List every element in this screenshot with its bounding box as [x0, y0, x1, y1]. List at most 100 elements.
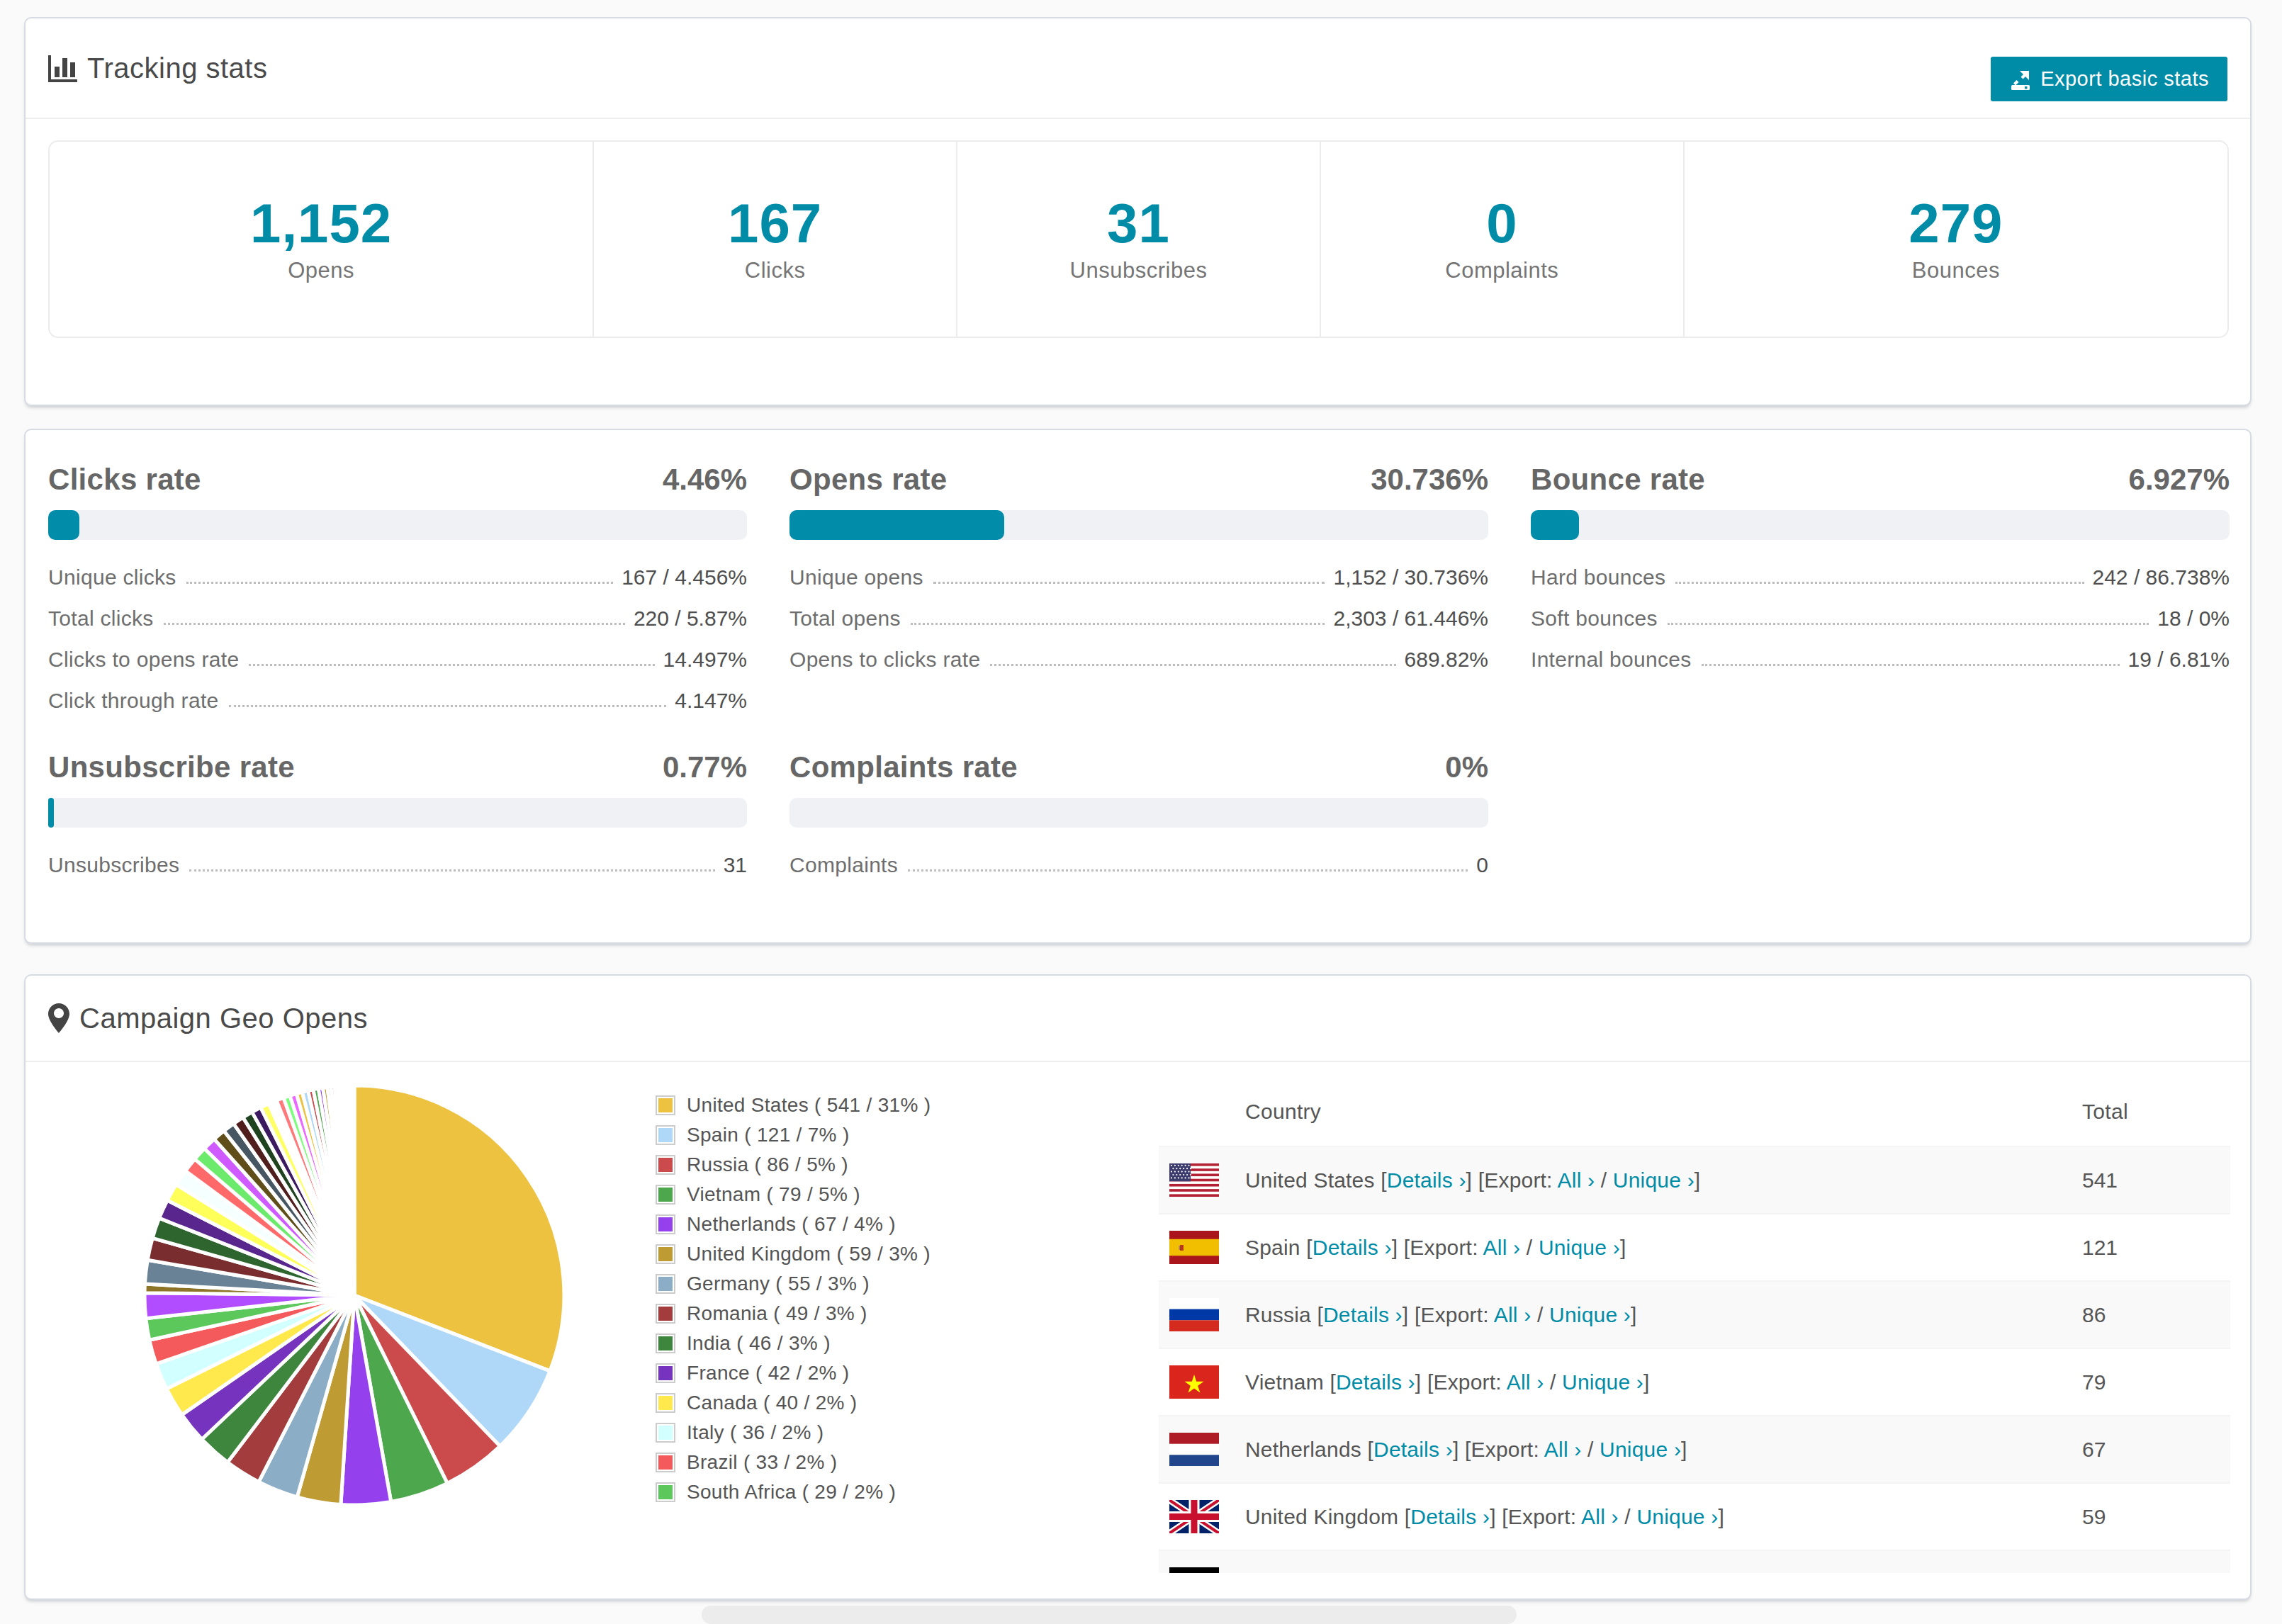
export-label: Export:: [1443, 1572, 1511, 1574]
flag-icon-ru: [1169, 1298, 1219, 1331]
rate-row-value: 2,303 / 61.446%: [1333, 607, 1488, 635]
export-unique-link[interactable]: Unique ›: [1562, 1370, 1643, 1394]
export-label: Export:: [1410, 1236, 1478, 1259]
dotted-leader: [933, 582, 1325, 584]
export-all-link[interactable]: All ›: [1517, 1572, 1554, 1574]
geo-table-row-es: Spain [Details ›] [Export: All › / Uniqu…: [1159, 1213, 2230, 1280]
geo-table-row-gb: United Kingdom [Details ›] [Export: All …: [1159, 1482, 2230, 1550]
legend-item: Russia ( 86 / 5% ): [656, 1150, 931, 1180]
total-cell: 79: [2082, 1370, 2106, 1394]
export-label: Export:: [1471, 1438, 1539, 1461]
stat-value: 0: [1486, 195, 1517, 252]
legend-item: United States ( 541 / 31% ): [656, 1090, 931, 1120]
legend-swatch: [656, 1125, 675, 1145]
rate-value: 0.77%: [663, 750, 747, 784]
details-link[interactable]: Details ›: [1346, 1572, 1425, 1574]
legend-swatch: [656, 1274, 675, 1294]
horizontal-scrollbar-thumb[interactable]: [702, 1606, 1517, 1624]
country-cell: Russia [Details ›] [Export: All › / Uniq…: [1245, 1303, 1637, 1327]
rate-progress-bar: [1531, 510, 2230, 540]
legend-label: Spain ( 121 / 7% ): [687, 1124, 850, 1146]
rate-row: Unique clicks167 / 4.456%: [48, 553, 747, 594]
rate-progress-bar: [789, 798, 1488, 828]
country-cell: United Kingdom [Details ›] [Export: All …: [1245, 1505, 1724, 1529]
legend-label: India ( 46 / 3% ): [687, 1332, 831, 1355]
stat-value: 1,152: [250, 195, 392, 252]
details-link[interactable]: Details ›: [1387, 1168, 1466, 1192]
rate-row-label: Total opens: [789, 607, 901, 635]
dotted-leader: [1668, 623, 2149, 625]
geo-table-header-row: CountryTotal: [1159, 1078, 2230, 1146]
export-all-link[interactable]: All ›: [1558, 1168, 1595, 1192]
rate-progress-bar: [48, 510, 747, 540]
rate-title: Clicks rate: [48, 463, 201, 497]
details-link[interactable]: Details ›: [1373, 1438, 1453, 1461]
rate-section-clicks: Clicks rate4.46%Unique clicks167 / 4.456…: [48, 463, 747, 717]
dotted-leader: [1702, 664, 2120, 666]
details-link[interactable]: Details ›: [1336, 1370, 1415, 1394]
legend-item: Netherlands ( 67 / 4% ): [656, 1209, 931, 1239]
rate-progress-bar: [789, 510, 1488, 540]
legend-item: United Kingdom ( 59 / 3% ): [656, 1239, 931, 1269]
rate-row: Click through rate4.147%: [48, 676, 747, 717]
rate-section-complaints: Complaints rate0%Complaints0: [789, 750, 1488, 881]
rate-row-label: Clicks to opens rate: [48, 648, 239, 676]
rate-row: Hard bounces242 / 86.738%: [1531, 553, 2230, 594]
rates-card: Clicks rate4.46%Unique clicks167 / 4.456…: [24, 429, 2252, 944]
rate-value: 30.736%: [1371, 463, 1488, 497]
details-link[interactable]: Details ›: [1313, 1236, 1392, 1259]
total-cell: 86: [2082, 1303, 2106, 1327]
rate-row-label: Complaints: [789, 853, 898, 881]
export-icon: [2009, 68, 2032, 91]
export-unique-link[interactable]: Unique ›: [1539, 1236, 1620, 1259]
legend-swatch: [656, 1482, 675, 1502]
legend-item: Italy ( 36 / 2% ): [656, 1418, 931, 1448]
export-unique-link[interactable]: Unique ›: [1613, 1168, 1694, 1192]
geo-table: CountryTotal United States [Details ›] [E…: [1159, 1078, 2230, 1573]
dotted-leader: [164, 623, 625, 625]
total-cell: 67: [2082, 1438, 2106, 1462]
legend-swatch: [656, 1363, 675, 1383]
pie-legend: United States ( 541 / 31% ) Spain ( 121 /…: [656, 1090, 931, 1507]
geo-table-row-ru: Russia [Details ›] [Export: All › / Uniq…: [1159, 1280, 2230, 1348]
rate-row-value: 220 / 5.87%: [634, 607, 747, 635]
rate-value: 6.927%: [2129, 463, 2230, 497]
page-title: Tracking stats: [87, 52, 267, 84]
export-all-link[interactable]: All ›: [1507, 1370, 1544, 1394]
rate-row-label: Unique opens: [789, 565, 923, 594]
legend-item: Spain ( 121 / 7% ): [656, 1120, 931, 1150]
geo-header: Campaign Geo Opens: [26, 976, 2250, 1062]
rate-section-bounce: Bounce rate6.927%Hard bounces242 / 86.73…: [1531, 463, 2230, 676]
details-link[interactable]: Details ›: [1410, 1505, 1490, 1528]
details-link[interactable]: Details ›: [1323, 1303, 1403, 1326]
legend-swatch: [656, 1095, 675, 1115]
legend-item: South Africa ( 29 / 2% ): [656, 1477, 931, 1507]
country-cell: Spain [Details ›] [Export: All › / Uniqu…: [1245, 1236, 1626, 1260]
legend-swatch: [656, 1244, 675, 1264]
geo-title: Campaign Geo Opens: [79, 1003, 368, 1034]
export-basic-stats-button[interactable]: Export basic stats: [1991, 57, 2227, 101]
bar-chart-icon: [48, 54, 77, 82]
export-unique-link[interactable]: Unique ›: [1549, 1303, 1631, 1326]
legend-label: United Kingdom ( 59 / 3% ): [687, 1243, 931, 1265]
rate-title: Unsubscribe rate: [48, 750, 295, 784]
export-all-link[interactable]: All ›: [1581, 1505, 1619, 1528]
country-column-header: Country: [1245, 1100, 1321, 1124]
export-unique-link[interactable]: Unique ›: [1636, 1505, 1718, 1528]
rate-row: Unsubscribes31: [48, 840, 747, 881]
flag-icon-es: [1169, 1231, 1219, 1264]
export-unique-link[interactable]: Unique ›: [1600, 1438, 1681, 1461]
rate-row-label: Click through rate: [48, 689, 219, 717]
country-cell: United States [Details ›] [Export: All ›…: [1245, 1168, 1700, 1192]
tracking-stats-card: Tracking stats Export basic stats 1,152O…: [24, 17, 2252, 406]
export-all-link[interactable]: All ›: [1483, 1236, 1521, 1259]
dotted-leader: [186, 582, 614, 584]
geo-table-row-us: United States [Details ›] [Export: All ›…: [1159, 1146, 2230, 1213]
export-all-link[interactable]: All ›: [1494, 1303, 1531, 1326]
rate-row-label: Unique clicks: [48, 565, 176, 594]
rate-row-value: 31: [724, 853, 747, 881]
export-unique-link[interactable]: Unique ›: [1572, 1572, 1653, 1574]
rate-row-value: 689.82%: [1405, 648, 1488, 676]
rate-row: Total opens 2,303 / 61.446%: [789, 594, 1488, 635]
export-all-link[interactable]: All ›: [1544, 1438, 1582, 1461]
